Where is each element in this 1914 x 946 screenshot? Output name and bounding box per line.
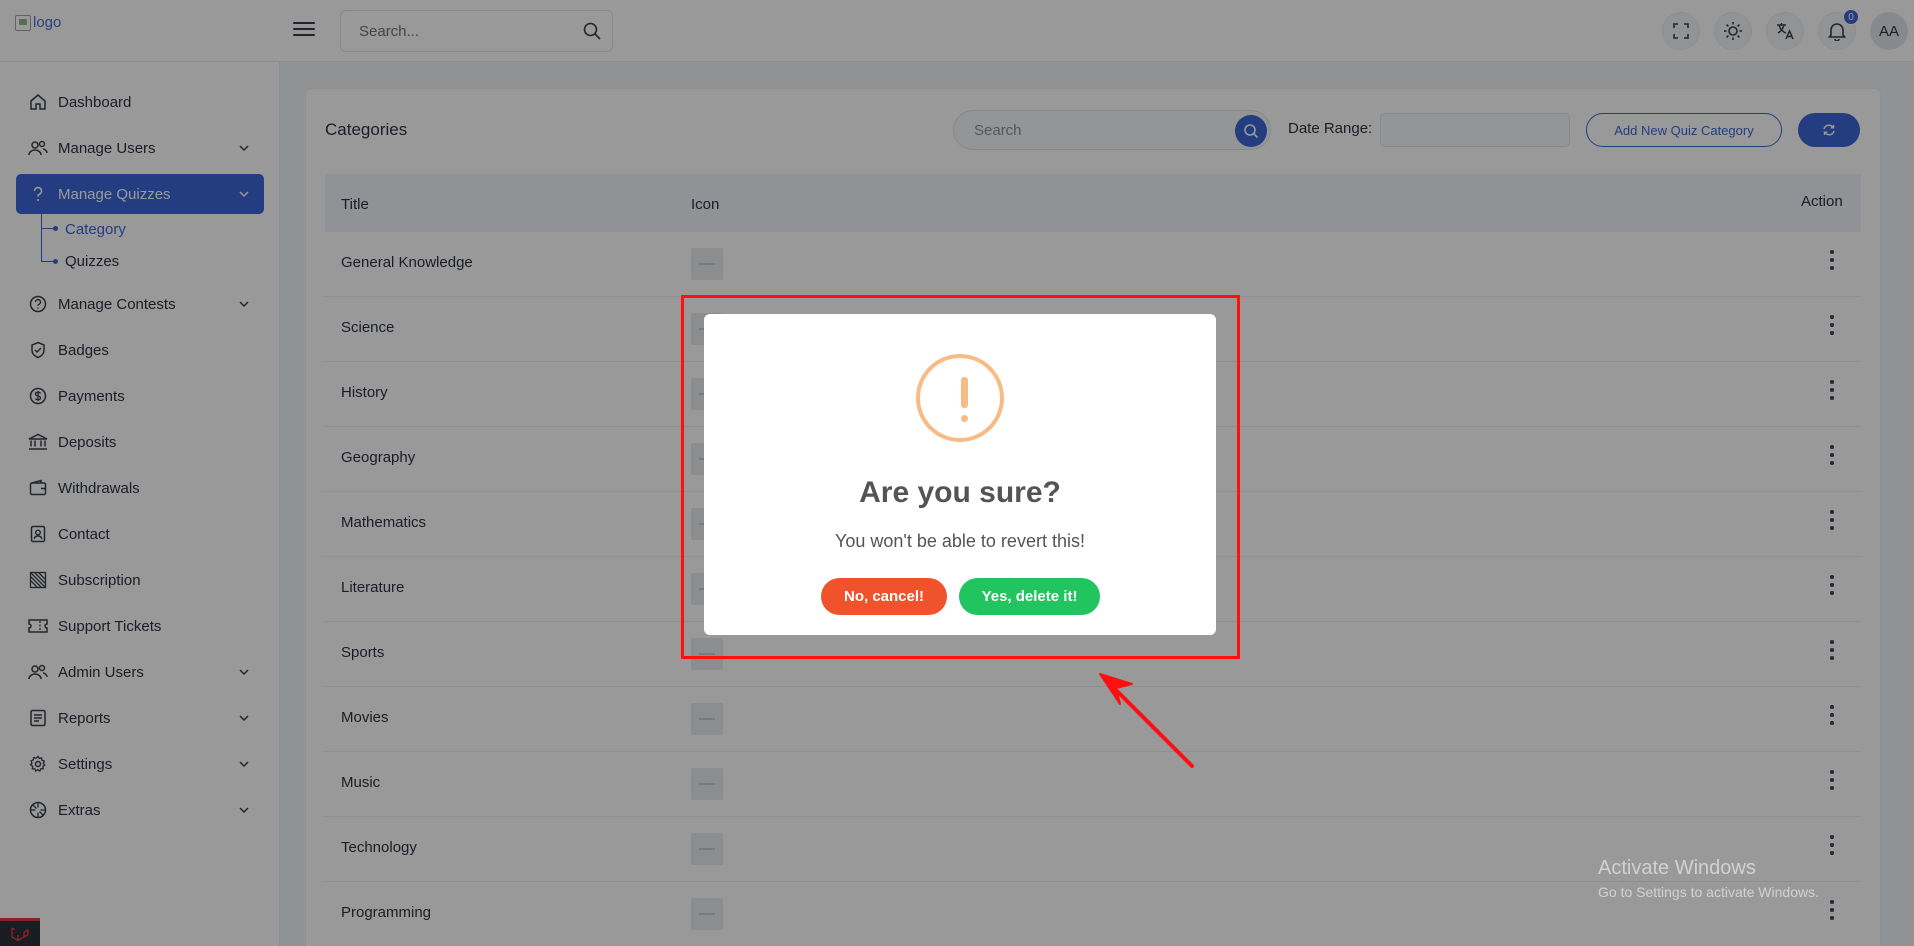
windows-watermark-title: Activate Windows [1598,857,1756,879]
annotation-highlight-box [681,295,1240,659]
annotation-arrow-icon [1099,673,1194,768]
windows-watermark-subtitle: Go to Settings to activate Windows. [1598,884,1819,900]
